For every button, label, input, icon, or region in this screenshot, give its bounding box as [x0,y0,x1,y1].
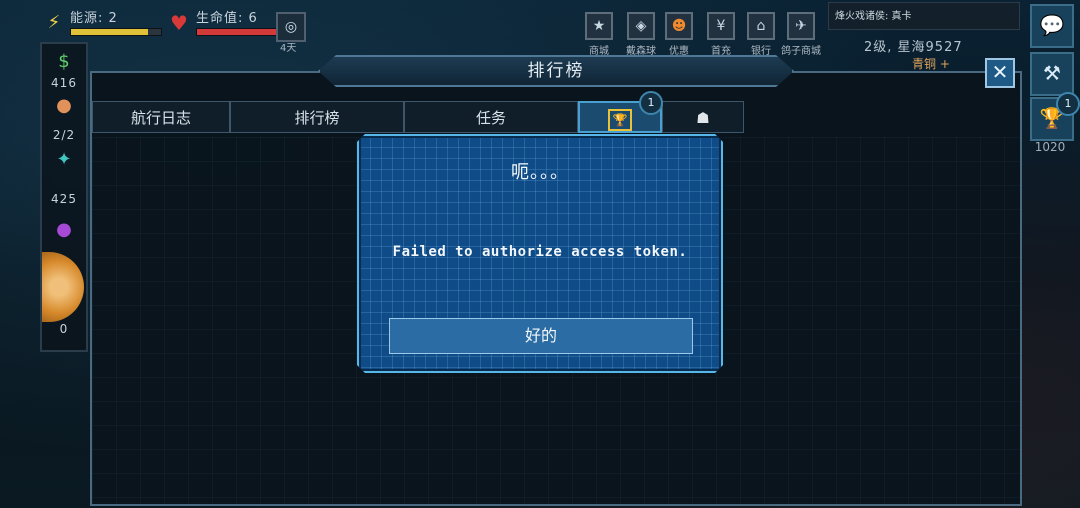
trophy-score: 1020 [1034,140,1066,154]
player-level: 2级, 星海9527 [864,40,963,55]
money-value: 416 [51,76,77,90]
dyson-icon: ◈ [627,12,655,40]
dyson-sphere-button[interactable]: ◈ 戴森球 [620,12,662,57]
crystal-icon: ✦ [56,149,72,170]
hammer-icon: ⚒ [1043,61,1061,85]
error-dialog: 呃。。。 Failed to authorize access token. 好… [357,134,723,373]
health-label: 生命值: 6 [196,10,258,26]
close-button[interactable]: ✕ [985,58,1015,88]
energy-icon: ⚡ [47,12,61,33]
energy-label: 能源: 2 [70,10,118,26]
ore-icon: ● [56,95,72,116]
chat-button[interactable]: 💬 [1030,4,1074,48]
status-hud: ⚡ 能源: 2 ♥ 生命值: 6 [44,8,288,38]
trophy-badge: 1 [1056,92,1080,116]
ok-button[interactable]: 好的 [389,318,693,354]
tab-missions[interactable]: 任务 [404,101,578,133]
chat-icon: 💬 [1039,13,1065,37]
pigeon-shop-button[interactable]: ✈ 鸽子商城 [780,12,822,57]
yen-icon: ¥ [707,12,735,40]
first-recharge-button[interactable]: ¥ 首充 [700,12,742,57]
tab-leaderboard[interactable]: 排行榜 [230,101,404,133]
broadcast-notice: 烽火戏诸侯: 真卡 [828,2,1020,30]
close-icon: ✕ [991,60,1009,84]
crystal-value: 425 [51,192,77,206]
player-rank: 青铜 + [912,57,950,71]
day-icon[interactable]: ◎ [276,12,306,42]
bank-icon: ⌂ [747,12,775,40]
energy-bar [70,27,162,36]
star-icon: ★ [585,12,613,40]
ore-value: 2/2 [52,128,76,142]
planet-value: 0 [59,322,69,336]
dialog-title: 呃。。。 [511,162,569,183]
planet-icon: ● [56,219,72,240]
bank-button[interactable]: ⌂ 银行 [740,12,782,57]
trophy-icon: 🏆 [608,109,632,131]
pigeon-icon: ✈ [787,12,815,40]
game-screen: ⚡ 能源: 2 ♥ 生命值: 6 ◎ 4天 $ 416 ● 2/2 ✦ 425 … [0,0,1080,508]
health-stat: 生命值: 6 [196,11,288,36]
dialog-message: Failed to authorize access token. [392,244,688,260]
pumpkin-icon: ☻ [665,12,693,40]
robot-icon: ☗ [696,109,710,127]
offer-button[interactable]: ☻ 优惠 [658,12,700,57]
tools-button[interactable]: ⚒ [1030,52,1074,96]
energy-stat: 能源: 2 [70,11,162,36]
trophy-tab-badge: 1 [639,91,663,115]
heart-icon: ♥ [170,11,188,35]
shop-button[interactable]: ★ 商城 [578,12,620,57]
tab-voyage-log[interactable]: 航行日志 [92,101,230,133]
day-label: 4天 [280,43,297,54]
money-icon: $ [58,51,70,72]
health-bar [196,27,288,36]
tab-robot[interactable]: ☗ [662,101,744,133]
panel-title: 排行榜 [527,61,585,81]
